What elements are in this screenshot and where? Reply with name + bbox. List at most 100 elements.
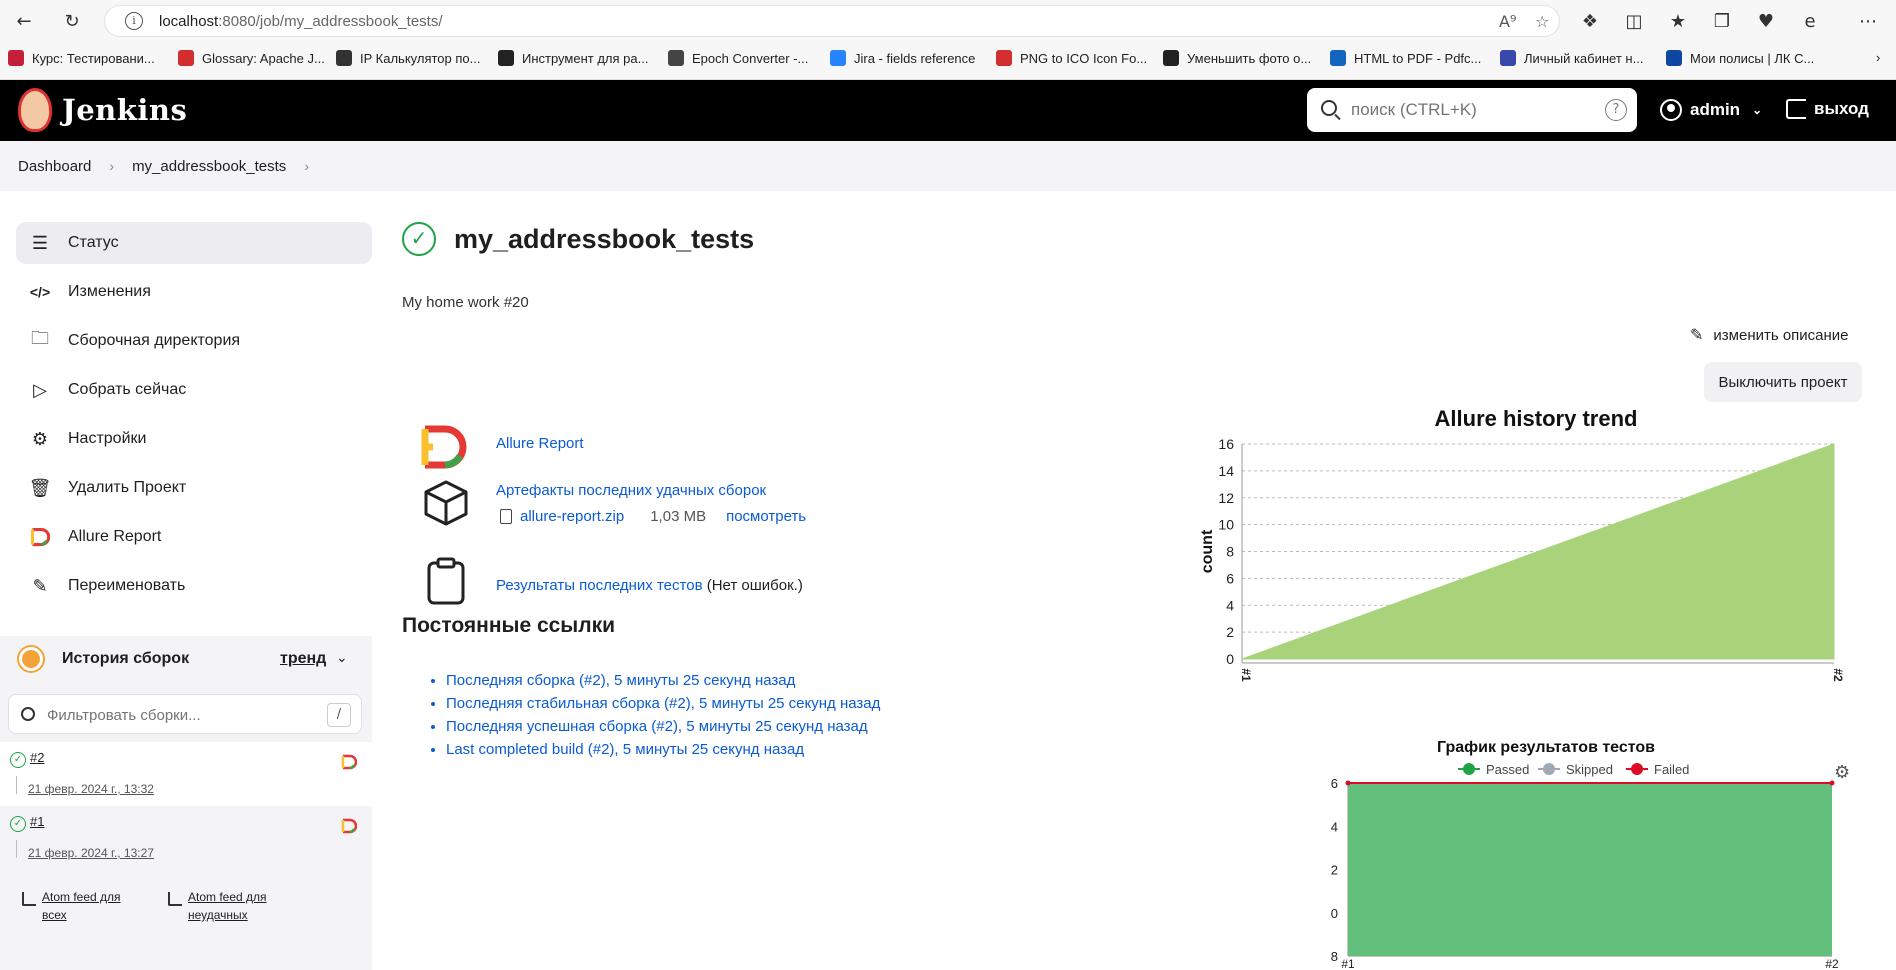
- split-screen-icon[interactable]: ◫: [1622, 9, 1646, 33]
- bookmark-item[interactable]: PNG to ICO Icon Fo...: [996, 50, 1147, 66]
- bookmark-label: Jira - fields reference: [854, 50, 976, 66]
- gear-icon[interactable]: ⚙: [1834, 762, 1850, 783]
- url-text: localhost:8080/job/my_addressbook_tests/: [159, 13, 443, 30]
- build-filter[interactable]: /: [8, 694, 362, 734]
- browser-toolbar: ← ↻ i localhost:8080/job/my_addressbook_…: [0, 0, 1896, 42]
- legend-label: Passed: [1486, 762, 1529, 777]
- help-icon[interactable]: ?: [1605, 99, 1627, 121]
- permalink-item[interactable]: Последняя стабильная сборка (#2), 5 мину…: [446, 695, 880, 718]
- breadcrumb-chevron-icon[interactable]: ›: [304, 158, 309, 174]
- allure-report-link[interactable]: Allure Report: [496, 435, 584, 452]
- y-tick-label: 2: [1226, 624, 1234, 640]
- atom-feeds: Atom feed для всех Atom feed для неудачных: [0, 874, 372, 934]
- sidebar-item[interactable]: </> Изменения: [16, 271, 372, 313]
- allure-icon[interactable]: [341, 818, 357, 834]
- artifacts-link[interactable]: Артефакты последних удачных сборок: [496, 482, 766, 499]
- y-tick-label: 14: [1330, 819, 1338, 834]
- jenkins-logo[interactable]: Jenkins: [18, 88, 187, 132]
- atom-feed-failed[interactable]: Atom feed для неудачных: [168, 888, 267, 924]
- chevron-down-icon[interactable]: ⌄: [336, 650, 348, 666]
- pencil-icon: ✎: [1690, 327, 1704, 344]
- build-row[interactable]: ✓ #1 21 февр. 2024 г., 13:27: [0, 806, 372, 870]
- sidebar-item[interactable]: ▷ Собрать сейчас: [16, 369, 372, 411]
- build-filter-input[interactable]: [47, 704, 307, 726]
- atom-feed-all[interactable]: Atom feed для всех: [22, 888, 121, 924]
- y-tick-label: 6: [1226, 570, 1234, 586]
- build-number-link[interactable]: #2: [30, 750, 44, 765]
- breadcrumb-job[interactable]: my_addressbook_tests: [132, 158, 286, 175]
- y-tick-label: 8: [1331, 949, 1338, 964]
- more-menu-icon[interactable]: ⋯: [1856, 9, 1880, 33]
- rss-icon: [168, 892, 182, 906]
- legend-marker: [1543, 763, 1555, 775]
- address-bar[interactable]: i localhost:8080/job/my_addressbook_test…: [104, 5, 1560, 37]
- passed-area: [1348, 783, 1832, 956]
- bookmark-favicon-icon: [996, 50, 1012, 66]
- bookmark-item[interactable]: Jira - fields reference: [830, 50, 975, 66]
- logout-button[interactable]: выход: [1786, 99, 1869, 119]
- test-results-link[interactable]: Результаты последних тестов: [496, 577, 703, 594]
- search-box[interactable]: ?: [1307, 88, 1637, 132]
- sidebar-item[interactable]: Allure Report: [16, 516, 372, 558]
- sidebar-item[interactable]: ✎ Переименовать: [16, 565, 372, 607]
- performance-icon[interactable]: ♥: [1754, 9, 1778, 33]
- feed-label: Atom feed для: [42, 890, 121, 904]
- user-menu[interactable]: admin ⌄: [1660, 99, 1762, 121]
- bookmark-item[interactable]: Epoch Converter -...: [668, 50, 808, 66]
- reload-icon[interactable]: ↻: [60, 9, 84, 33]
- read-aloud-icon[interactable]: A⁹: [1499, 12, 1516, 31]
- disable-project-button[interactable]: Выключить проект: [1704, 362, 1862, 402]
- allure-history-trend-chart[interactable]: Allure history trend 0 2 4 6 8 10 12 14 16 count #1…: [1196, 398, 1876, 738]
- bookmark-label: Курс: Тестировани...: [32, 50, 155, 66]
- bookmark-item[interactable]: Уменьшить фото о...: [1163, 50, 1311, 66]
- bookmark-item[interactable]: IP Калькулятор по...: [336, 50, 480, 66]
- permalink-item[interactable]: Последняя сборка (#2), 5 минуты 25 секун…: [446, 672, 880, 695]
- allure-icon[interactable]: [341, 754, 357, 770]
- star-icon[interactable]: ☆: [1535, 12, 1549, 31]
- back-arrow-icon[interactable]: ←: [12, 9, 36, 33]
- build-history-header: История сборок: [22, 650, 189, 668]
- bookmarks-overflow-icon[interactable]: ›: [1876, 50, 1880, 65]
- info-icon[interactable]: i: [125, 12, 143, 30]
- allure-icon: [28, 525, 52, 549]
- bookmark-favicon-icon: [1666, 50, 1682, 66]
- sidebar-item-label: Собрать сейчас: [68, 381, 187, 398]
- bookmark-item[interactable]: Инструмент для ра...: [498, 50, 648, 66]
- user-avatar-icon: [1660, 99, 1682, 121]
- artifact-view-link[interactable]: посмотреть: [726, 508, 806, 525]
- x-tick-label: #1: [1341, 957, 1355, 970]
- build-row[interactable]: ✓ #2 21 февр. 2024 г., 13:32: [0, 742, 372, 806]
- build-date-link[interactable]: 21 февр. 2024 г., 13:32: [28, 782, 154, 796]
- bookmark-item[interactable]: Glossary: Apache J...: [178, 50, 325, 66]
- feed-label: всех: [42, 908, 67, 922]
- edge-icon[interactable]: e: [1798, 9, 1822, 33]
- bookmark-item[interactable]: Личный кабинет н...: [1500, 50, 1643, 66]
- build-date-link[interactable]: 21 февр. 2024 г., 13:27: [28, 846, 154, 860]
- artifact-file-link[interactable]: allure-report.zip: [520, 508, 624, 525]
- sidebar-item[interactable]: 🗀 Сборочная директория: [16, 320, 372, 362]
- build-number-link[interactable]: #1: [30, 814, 44, 829]
- test-results-chart[interactable]: График результатов тестов Passed Skipped Fa…: [1330, 728, 1862, 970]
- document-icon: ☰: [31, 232, 49, 253]
- edit-description-link[interactable]: ✎ изменить описание: [1690, 325, 1849, 345]
- breadcrumb-dashboard[interactable]: Dashboard: [18, 158, 91, 175]
- permalink-item[interactable]: Last completed build (#2), 5 минуты 25 с…: [446, 741, 880, 764]
- permalink-item[interactable]: Последняя успешная сборка (#2), 5 минуты…: [446, 718, 880, 741]
- legend-label: Skipped: [1566, 762, 1613, 777]
- code-icon: </>: [29, 284, 51, 300]
- bookmark-item[interactable]: HTML to PDF - Pdfc...: [1330, 50, 1481, 66]
- trend-link[interactable]: тренд: [280, 650, 326, 668]
- bookmark-item[interactable]: Курс: Тестировани...: [8, 50, 155, 66]
- extensions-icon[interactable]: ❖: [1578, 9, 1602, 33]
- collections-icon[interactable]: ❐: [1710, 9, 1734, 33]
- bookmark-item[interactable]: Мои полисы | ЛК С...: [1666, 50, 1814, 66]
- bookmark-favicon-icon: [668, 50, 684, 66]
- search-input[interactable]: [1351, 97, 1591, 123]
- package-box-icon: [424, 480, 468, 526]
- bookmark-label: IP Калькулятор по...: [360, 50, 481, 66]
- sidebar-item[interactable]: ☰ Статус: [16, 222, 372, 264]
- url-path: :8080/job/my_addressbook_tests/: [218, 13, 443, 30]
- sidebar-item[interactable]: 🗑 Удалить Проект: [16, 467, 372, 509]
- favorites-icon[interactable]: ★: [1666, 9, 1690, 33]
- sidebar-item[interactable]: ⚙ Настройки: [16, 418, 372, 460]
